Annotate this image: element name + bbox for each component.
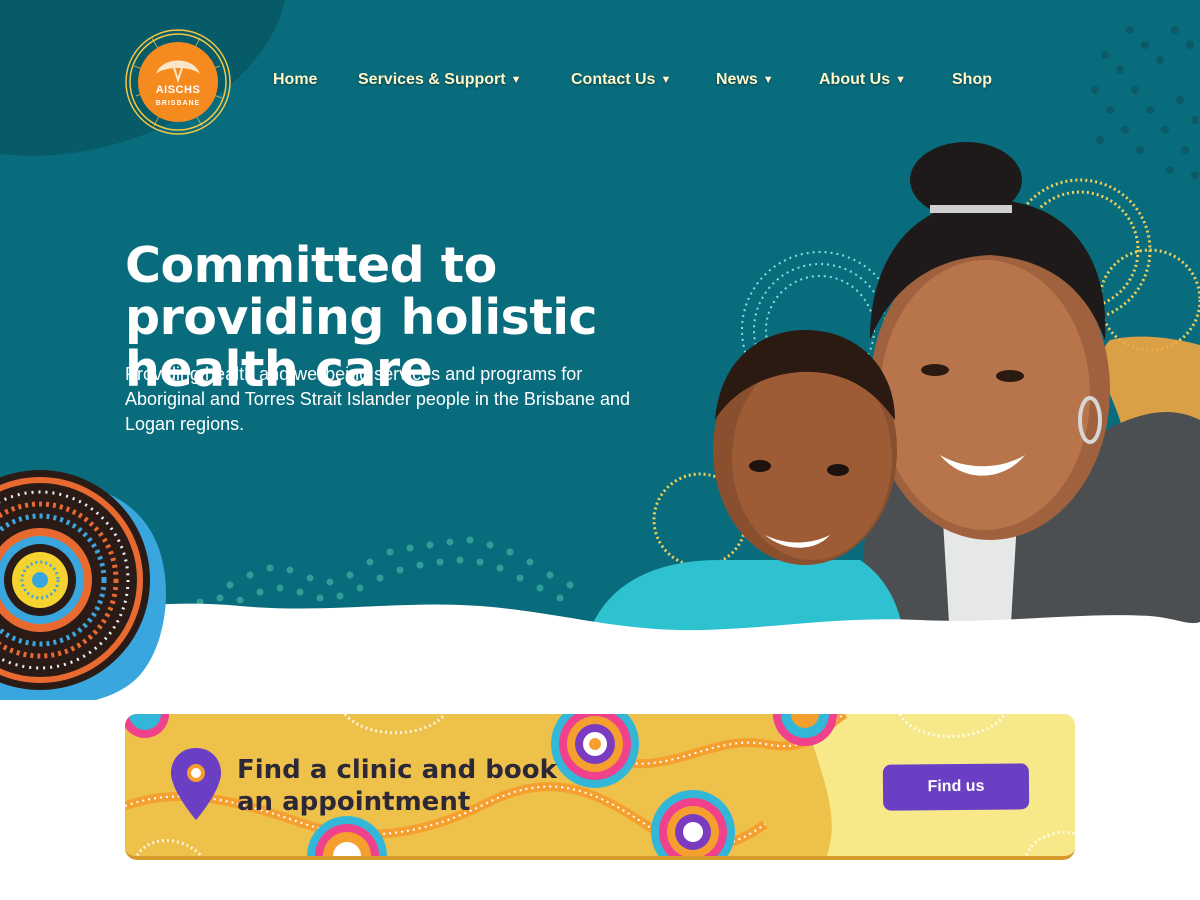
chevron-down-icon: ▼ [762, 74, 774, 86]
main-nav: Home Services & Support ▼ Contact Us ▼ New… [0, 68, 1200, 92]
nav-item-shop[interactable]: Shop [952, 68, 992, 92]
map-pin-icon [171, 748, 221, 820]
dot-painting-decoration [0, 470, 166, 700]
logo-subtext: BRISBANE [155, 100, 201, 107]
nav-label: Contact Us [571, 71, 656, 88]
chevron-down-icon: ▼ [895, 74, 906, 86]
nav-item-home[interactable]: Home [273, 68, 317, 92]
nav-label: Services & Support [358, 71, 506, 88]
hero-subtitle: Providing health and wellbeing services … [125, 364, 630, 434]
clinic-finder-banner: Find a clinic and book an appointment Fi… [125, 714, 1075, 860]
nav-label: About Us [819, 71, 891, 88]
nav-item-news[interactable]: News ▼ [716, 68, 774, 92]
clinic-finder-title: Find a clinic and book an appointment [237, 755, 557, 817]
chevron-down-icon: ▼ [510, 74, 522, 86]
chevron-down-icon: ▼ [660, 74, 672, 86]
nav-item-contact-us[interactable]: Contact Us ▼ [571, 68, 671, 92]
nav-label: Shop [952, 71, 992, 88]
find-us-button[interactable]: Find us [882, 763, 1030, 811]
nav-label: News [716, 71, 758, 88]
nav-item-services-support[interactable]: Services & Support ▼ [358, 68, 522, 92]
hero-section: AISCHS BRISBANE Home Services & Support ▼… [0, 0, 1200, 700]
nav-item-about-us[interactable]: About Us ▼ [819, 68, 906, 92]
nav-label: Home [273, 71, 318, 88]
